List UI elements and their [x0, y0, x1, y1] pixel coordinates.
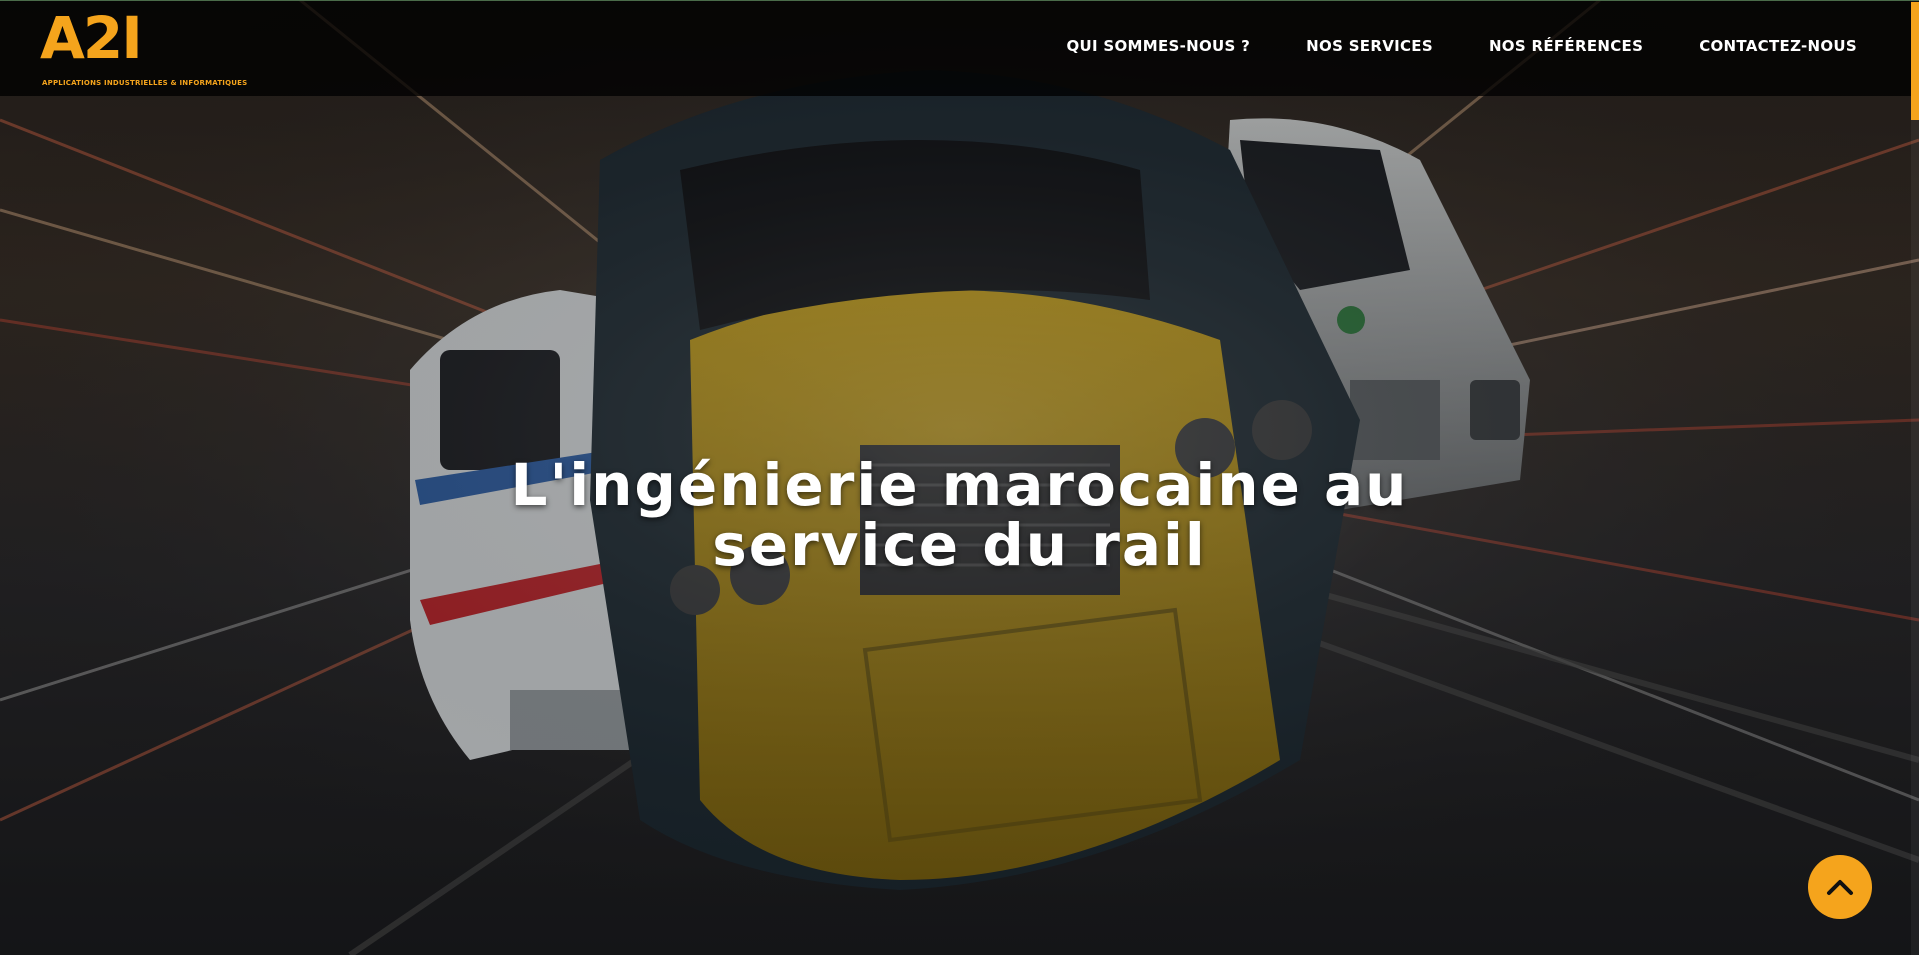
chevron-up-icon: [1827, 880, 1853, 895]
hero-title-line-1: L'ingénierie marocaine au: [510, 451, 1409, 519]
hero-title: L'ingénierie marocaine au service du rai…: [0, 455, 1919, 575]
nav-item-nos-services[interactable]: Nos services: [1306, 37, 1433, 55]
page-scrollbar[interactable]: [1911, 0, 1919, 955]
nav-item-nos-references[interactable]: Nos références: [1489, 37, 1643, 55]
back-to-top-button[interactable]: [1808, 855, 1872, 919]
hero-title-line-2: service du rail: [712, 511, 1207, 579]
logo[interactable]: A2I Applications industrielles & informa…: [40, 9, 280, 89]
page: A2I Applications industrielles & informa…: [0, 0, 1919, 955]
site-header: A2I Applications industrielles & informa…: [0, 0, 1919, 96]
logo-mark: A2I: [40, 4, 143, 72]
nav-item-qui-sommes-nous[interactable]: Qui sommes-nous ?: [1066, 37, 1250, 55]
main-navigation: Qui sommes-nous ? Nos services Nos référ…: [1066, 37, 1857, 55]
scrollbar-thumb[interactable]: [1911, 2, 1919, 120]
nav-item-contactez-nous[interactable]: Contactez-nous: [1699, 37, 1857, 55]
logo-tagline: Applications industrielles & informatiqu…: [42, 79, 248, 87]
